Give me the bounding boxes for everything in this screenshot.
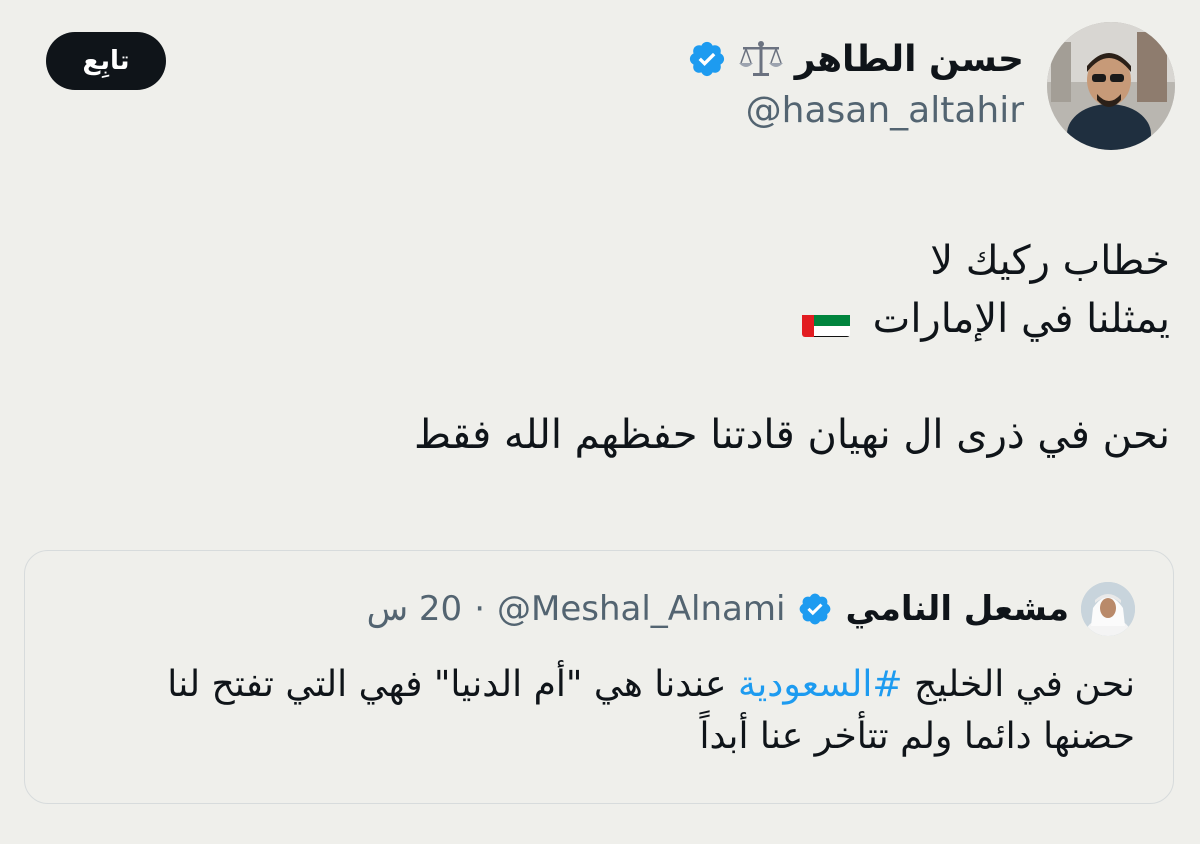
tweet-text: خطاب ركيك لا يمثلنا في الإمارات نحن في ذ…: [40, 232, 1170, 464]
quoted-tweet-header: مشعل النامي @Meshal_Alnami · 20 س: [367, 581, 1135, 637]
quoted-separator: ·: [474, 589, 485, 629]
quoted-tweet-card[interactable]: مشعل النامي @Meshal_Alnami · 20 س نحن في…: [24, 550, 1174, 804]
author-avatar-image: [1047, 22, 1175, 150]
follow-button[interactable]: تابِع: [46, 32, 166, 90]
quoted-timestamp[interactable]: 20 س: [367, 589, 463, 629]
tweet-line-1: خطاب ركيك لا: [930, 238, 1170, 284]
author-name-row: حسن الطاهر: [687, 30, 1024, 88]
quoted-line-1: نحن في الخليج #السعودية عندنا هي "أم الد…: [55, 659, 1135, 711]
scales-icon: [737, 39, 785, 79]
author-info: حسن الطاهر @hasan_altahir: [687, 30, 1024, 131]
quoted-tweet-text: نحن في الخليج #السعودية عندنا هي "أم الد…: [55, 659, 1135, 763]
quoted-author-name[interactable]: مشعل النامي: [845, 589, 1069, 629]
quoted-verified-badge-icon: [797, 591, 833, 627]
author-avatar[interactable]: [1047, 22, 1175, 150]
verified-badge-icon: [687, 39, 727, 79]
tweet-view: حسن الطاهر @hasan_altahir تابِع خطاب ركي…: [0, 0, 1200, 844]
tweet-line-2: يمثلنا في الإمارات: [40, 290, 1170, 348]
quoted-author-handle[interactable]: @Meshal_Alnami: [497, 589, 785, 629]
author-display-name[interactable]: حسن الطاهر: [795, 39, 1024, 80]
quoted-line-2: حضنها دائما ولم تتأخر عنا أبداً: [699, 716, 1135, 757]
author-handle[interactable]: @hasan_altahir: [687, 90, 1024, 131]
quoted-author-avatar[interactable]: [1081, 582, 1135, 636]
tweet-line-3: نحن في ذرى ال نهيان قادتنا حفظهم الله فق…: [413, 412, 1170, 458]
quoted-author-avatar-image: [1081, 582, 1135, 636]
uae-flag-icon: [801, 305, 850, 337]
tweet-line-2-text: يمثلنا في الإمارات: [872, 296, 1170, 342]
quoted-line-1-start: نحن في الخليج: [902, 664, 1135, 705]
hashtag-link[interactable]: #السعودية: [738, 664, 903, 705]
quoted-line-1-end: عندنا هي "أم الدنيا" فهي التي تفتح لنا: [167, 664, 738, 705]
